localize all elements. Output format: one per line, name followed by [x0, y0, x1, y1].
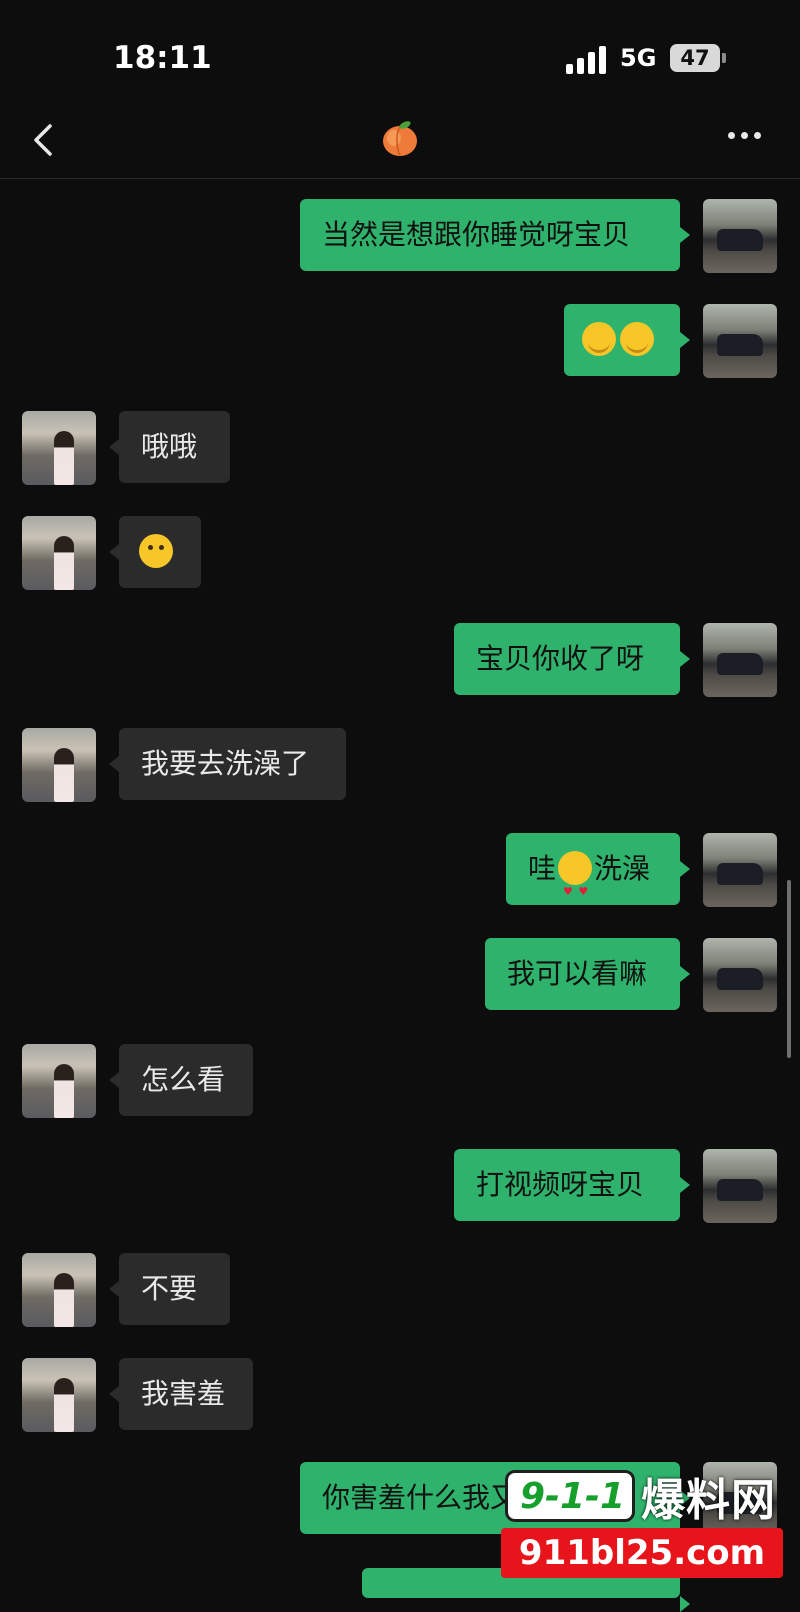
message-text: 哇 — [528, 852, 557, 885]
avatar-self[interactable] — [703, 199, 777, 273]
hug-emoji-icon — [620, 322, 654, 356]
message-bubble-incoming[interactable]: 我要去洗澡了 — [109, 728, 346, 800]
avatar-contact[interactable] — [22, 1044, 96, 1118]
avatar-contact[interactable] — [22, 1253, 96, 1327]
watermark: 9-1-1 爆料网 911bl25.com — [501, 1470, 791, 1584]
avatar-self[interactable] — [703, 833, 777, 907]
battery-icon: 47 — [670, 44, 720, 72]
status-time: 18:11 — [113, 40, 212, 76]
message-bubble-outgoing[interactable]: 宝贝你收了呀 — [454, 623, 690, 695]
smile-emoji-icon — [139, 534, 173, 568]
message-bubble-incoming[interactable]: 我害羞 — [109, 1358, 253, 1430]
chat-header — [0, 110, 800, 179]
avatar-contact[interactable] — [22, 516, 96, 590]
message-bubble-outgoing[interactable]: 打视频呀宝贝 — [454, 1149, 690, 1221]
message-bubble-outgoing[interactable]: 哇 洗澡 — [506, 833, 690, 928]
watermark-url: 911bl25.com — [501, 1528, 783, 1578]
peach-icon[interactable] — [380, 118, 420, 158]
heart-eyes-emoji-icon — [558, 851, 593, 928]
scrollbar[interactable] — [787, 880, 791, 1058]
status-bar: 18:11 5G 47 — [0, 0, 800, 110]
hug-emoji-icon — [582, 322, 616, 356]
signal-icon — [566, 44, 608, 74]
watermark-title: 爆料网 — [641, 1475, 776, 1526]
avatar-self[interactable] — [703, 623, 777, 697]
avatar-contact[interactable] — [22, 1358, 96, 1432]
message-bubble-incoming[interactable]: 哦哦 — [109, 411, 230, 483]
message-bubble-incoming[interactable]: 不要 — [109, 1253, 230, 1325]
message-bubble-incoming[interactable] — [109, 516, 201, 588]
avatar-contact[interactable] — [22, 411, 96, 485]
battery-tip — [722, 53, 726, 63]
message-bubble-outgoing[interactable]: 当然是想跟你睡觉呀宝贝 — [300, 199, 690, 271]
watermark-logo: 9-1-1 — [505, 1470, 635, 1522]
message-text: 洗澡 — [594, 852, 651, 885]
avatar-self[interactable] — [703, 938, 777, 1012]
message-bubble-outgoing[interactable] — [564, 304, 690, 376]
more-options-icon[interactable] — [728, 132, 768, 144]
avatar-self[interactable] — [703, 1149, 777, 1223]
back-icon[interactable] — [26, 120, 66, 160]
message-bubble-incoming[interactable]: 怎么看 — [109, 1044, 253, 1116]
avatar-contact[interactable] — [22, 728, 96, 802]
avatar-self[interactable] — [703, 304, 777, 378]
network-type: 5G — [620, 44, 657, 72]
message-bubble-outgoing[interactable]: 我可以看嘛 — [485, 938, 690, 1010]
